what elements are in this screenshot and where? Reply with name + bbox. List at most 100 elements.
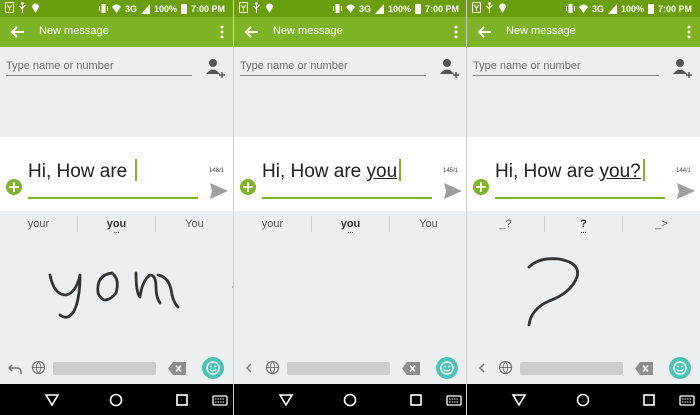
vibrate-icon — [332, 4, 342, 13]
backspace-icon[interactable] — [402, 362, 420, 375]
suggestion-item[interactable]: _> — [623, 211, 700, 237]
back-nav-icon[interactable] — [511, 392, 527, 408]
undo-icon[interactable] — [8, 361, 22, 375]
phone-screen-2: 3G 100% 7:00 PM New message Type name or… — [234, 0, 467, 415]
globe-icon[interactable] — [498, 360, 513, 375]
space-bar[interactable] — [53, 362, 156, 375]
keyboard-toolbar — [467, 352, 700, 384]
add-contact-icon[interactable] — [672, 57, 692, 79]
handwriting-pad[interactable] — [234, 237, 467, 352]
recipient-input[interactable]: Type name or number — [473, 60, 659, 76]
usb-icon — [486, 2, 493, 13]
space-bar[interactable] — [520, 362, 623, 375]
back-nav-icon[interactable] — [278, 392, 294, 408]
suggestion-item[interactable]: your — [0, 211, 77, 237]
add-attachment-button[interactable] — [6, 179, 22, 195]
status-bar: 3G 100% 7:00 PM — [234, 0, 467, 17]
add-attachment-button[interactable] — [240, 179, 256, 195]
backspace-icon[interactable] — [168, 362, 186, 375]
home-nav-icon[interactable] — [575, 392, 591, 408]
recipient-input[interactable]: Type name or number — [240, 60, 426, 76]
message-underlined-text: you? — [599, 161, 641, 182]
app-bar: New message — [0, 17, 233, 47]
battery-icon — [414, 3, 421, 14]
navigation-bar — [0, 384, 233, 415]
suggestion-item-primary[interactable]: you ... — [78, 211, 155, 237]
add-attachment-button[interactable] — [473, 179, 489, 195]
compose-area: Hi, How are you? 144/1 — [467, 137, 700, 211]
send-icon[interactable] — [209, 181, 229, 201]
battery-icon — [180, 3, 187, 14]
home-nav-icon[interactable] — [108, 392, 124, 408]
compose-area: Hi, How are you 145/1 — [234, 137, 467, 211]
location-icon — [499, 3, 506, 13]
location-icon — [266, 3, 273, 13]
keyboard-toolbar — [0, 352, 233, 384]
emoji-button[interactable] — [436, 357, 458, 379]
usb-icon — [19, 2, 26, 13]
globe-icon[interactable] — [265, 360, 280, 375]
navigation-bar — [234, 384, 467, 415]
battery-icon — [647, 3, 654, 14]
add-contact-icon[interactable] — [205, 57, 225, 79]
battery-percent: 100% — [387, 3, 411, 14]
backspace-icon[interactable] — [635, 362, 653, 375]
suggestion-strip: your you ... You — [0, 211, 233, 237]
space-bar[interactable] — [287, 362, 390, 375]
recipient-input[interactable]: Type name or number — [6, 60, 192, 76]
chevron-left-icon[interactable] — [242, 361, 256, 375]
app-bar: New message — [467, 17, 700, 47]
home-nav-icon[interactable] — [342, 392, 358, 408]
emoji-button[interactable] — [202, 357, 224, 379]
compose-area: Hi, How are 148/1 — [0, 137, 233, 211]
emoji-button[interactable] — [669, 357, 691, 379]
app-bar: New message — [234, 17, 467, 47]
handwriting-pad[interactable] — [467, 237, 700, 352]
more-suggestions-dots: ... — [580, 228, 587, 235]
more-suggestions-dots: ... — [113, 228, 120, 235]
add-contact-icon[interactable] — [439, 57, 459, 79]
signal-icon — [607, 4, 617, 14]
suggestion-item[interactable]: You — [156, 211, 233, 237]
handwriting-pad[interactable] — [0, 237, 233, 352]
chevron-left-icon[interactable] — [475, 361, 489, 375]
signal-icon — [374, 4, 384, 14]
recents-nav-icon[interactable] — [174, 392, 190, 408]
location-icon — [32, 3, 39, 13]
signal-icon — [140, 4, 150, 14]
usb-icon — [253, 2, 260, 13]
clock: 7:00 PM — [657, 3, 692, 14]
recents-nav-icon[interactable] — [408, 392, 424, 408]
send-icon[interactable] — [443, 181, 463, 201]
wifi-icon — [345, 4, 355, 13]
back-arrow-icon[interactable] — [243, 23, 261, 41]
navigation-bar — [467, 384, 700, 415]
suggestion-item-primary[interactable]: ? ... — [545, 211, 622, 237]
message-input[interactable]: Hi, How are you — [262, 157, 432, 199]
message-input[interactable]: Hi, How are you? — [495, 157, 665, 199]
recents-nav-icon[interactable] — [641, 392, 657, 408]
keyboard-switch-icon[interactable] — [212, 392, 228, 408]
keyboard-switch-icon[interactable] — [446, 392, 462, 408]
more-options-icon[interactable] — [219, 24, 225, 40]
page-title: New message — [506, 25, 576, 37]
globe-icon[interactable] — [31, 360, 46, 375]
suggestion-item[interactable]: You — [390, 211, 467, 237]
suggestion-item-primary[interactable]: you ... — [312, 211, 389, 237]
keyboard-switch-icon[interactable] — [679, 392, 695, 408]
back-arrow-icon[interactable] — [9, 23, 27, 41]
more-options-icon[interactable] — [453, 24, 459, 40]
clock: 7:00 PM — [424, 3, 459, 14]
smiley-icon — [673, 361, 687, 375]
back-arrow-icon[interactable] — [476, 23, 494, 41]
message-input[interactable]: Hi, How are — [28, 157, 198, 199]
smiley-icon — [206, 361, 220, 375]
page-title: New message — [273, 25, 343, 37]
suggestion-item[interactable]: your — [234, 211, 311, 237]
more-options-icon[interactable] — [686, 24, 692, 40]
back-nav-icon[interactable] — [44, 392, 60, 408]
network-type: 3G — [358, 3, 371, 14]
send-icon[interactable] — [676, 181, 696, 201]
recipient-section: Type name or number — [234, 47, 467, 137]
suggestion-item[interactable]: _? — [467, 211, 544, 237]
